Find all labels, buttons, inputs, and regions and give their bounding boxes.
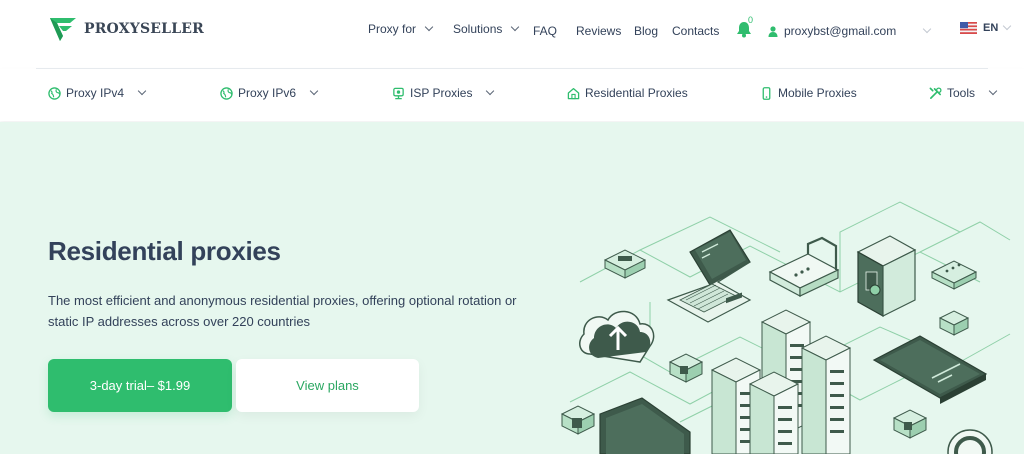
chevron-down-icon [137, 86, 147, 96]
subnav-item-label: Proxy IPv4 [66, 86, 125, 100]
language-label: EN [983, 22, 999, 34]
hero-title: Residential proxies [48, 236, 281, 266]
cube-small-6 [938, 310, 970, 336]
nav-blog-label: Blog [634, 24, 659, 38]
notification-count: 0 [748, 15, 754, 25]
subnav-item-label: Proxy IPv6 [238, 86, 297, 100]
subnav-item-label: Mobile Proxies [778, 86, 857, 100]
subnav-item-label: ISP Proxies [410, 86, 473, 100]
nav-solutions[interactable]: Solutions [453, 22, 520, 36]
cloud-upload [579, 310, 655, 363]
trial-button[interactable]: 3-day trial– $1.99 [48, 359, 232, 412]
hero-section: Residential proxies The most efficient a… [0, 122, 1024, 454]
nav-contacts-label: Contacts [672, 24, 720, 38]
cube-small-2 [930, 260, 978, 290]
tablet [872, 335, 988, 404]
user-icon [768, 25, 778, 37]
nav-proxy-for-label: Proxy for [368, 22, 417, 36]
safe-box [856, 235, 917, 318]
tools-icon [929, 86, 942, 99]
nav-reviews[interactable]: Reviews [576, 24, 621, 38]
cube-small-3 [560, 405, 596, 435]
subnav-item-isp-proxies[interactable]: ISP Proxies [392, 86, 495, 100]
nav-faq[interactable]: FAQ [533, 24, 557, 38]
nav-proxy-for[interactable]: Proxy for [368, 22, 434, 36]
nav-reviews-label: Reviews [576, 24, 622, 38]
chevron-down-icon [922, 24, 932, 34]
top-header: PROXYSELLER Proxy for Solutions FAQ Revi… [0, 0, 1024, 68]
subnav-item-tools[interactable]: Tools [929, 86, 998, 100]
router [768, 236, 840, 297]
language-selector[interactable]: EN [960, 21, 1012, 34]
cube-small-1 [603, 249, 647, 279]
phone-icon [762, 86, 771, 100]
nav-solutions-label: Solutions [453, 22, 503, 36]
globe-icon [220, 86, 233, 100]
monitor [599, 397, 691, 454]
subnav-item-proxy-ipv4[interactable]: Proxy IPv4 [48, 86, 147, 100]
notifications-button[interactable]: 0 [736, 15, 754, 38]
cube-small-5 [892, 409, 928, 439]
logo[interactable]: PROXYSELLER [48, 14, 204, 44]
chevron-down-icon [511, 22, 520, 32]
account-email: proxybst@gmail.com [784, 24, 897, 38]
account-menu[interactable]: proxybst@gmail.com [768, 24, 932, 38]
nav-faq-label: FAQ [533, 24, 558, 38]
network-illustration [560, 201, 1011, 454]
chevron-down-icon [424, 22, 434, 32]
laptop [666, 229, 752, 323]
products-nav: Proxy IPv4 Proxy IPv6 ISP Proxies Reside… [0, 69, 1024, 121]
view-plans-button[interactable]: View plans [236, 359, 419, 412]
subnav-item-label: Tools [947, 86, 976, 100]
nav-blog[interactable]: Blog [634, 24, 658, 38]
logo-icon [50, 18, 76, 41]
server-rack-3 [800, 335, 852, 454]
subnav-item-mobile-proxies[interactable]: Mobile Proxies [760, 86, 857, 100]
subnav-item-residential-proxies[interactable]: Residential Proxies [567, 86, 688, 100]
gear-partial [947, 429, 993, 454]
home-icon [567, 87, 580, 99]
chevron-down-icon [309, 86, 319, 96]
chevron-down-icon [988, 86, 998, 96]
brand-name: PROXYSELLER [84, 21, 204, 37]
chevron-down-icon [1003, 21, 1012, 31]
globe-icon [48, 86, 61, 100]
server-rack-4 [748, 371, 800, 454]
nav-contacts[interactable]: Contacts [672, 24, 719, 38]
subnav-item-proxy-ipv6[interactable]: Proxy IPv6 [220, 86, 319, 100]
us-flag-icon [960, 22, 977, 34]
chevron-down-icon [486, 86, 495, 96]
subnav-item-label: Residential Proxies [585, 86, 688, 100]
hero-description: The most efficient and anonymous residen… [48, 293, 517, 329]
isp-icon [393, 87, 404, 99]
